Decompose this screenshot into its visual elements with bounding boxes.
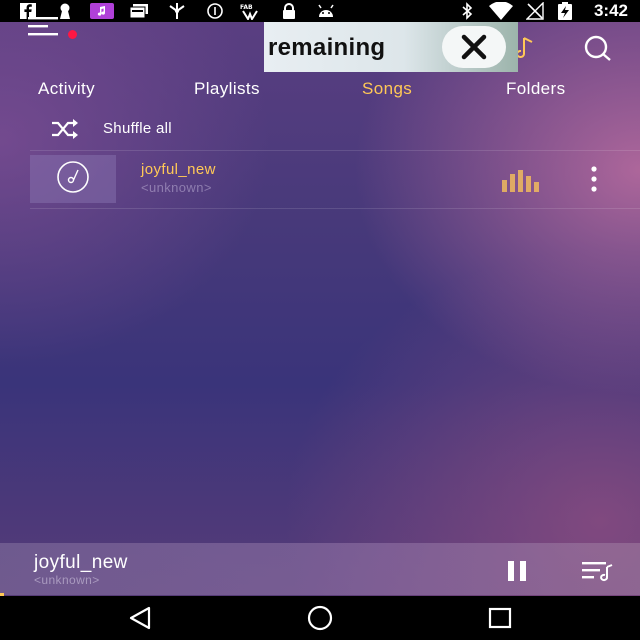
lock-icon [280,2,298,20]
queue-icon[interactable] [580,559,614,583]
ad-overlay[interactable]: remaining [264,22,518,72]
status-bar: FAB 3:42 [0,0,640,22]
info-icon [204,2,226,20]
tab-songs[interactable]: Songs [362,79,412,99]
wind-icon [166,2,188,20]
wifi-icon [486,2,516,20]
hamburger-menu-icon[interactable] [26,12,62,40]
album-art [30,155,116,203]
notification-dot [68,30,77,39]
pause-icon[interactable] [504,559,532,583]
battery-charging-icon [556,2,574,20]
list-item[interactable]: joyful_new <unknown> [0,152,640,208]
mini-player[interactable]: joyful_new <unknown> [0,543,640,595]
shuffle-all-button[interactable]: Shuffle all [0,110,640,148]
song-artist: <unknown> [141,180,212,195]
divider [30,208,640,209]
mini-player-artist: <unknown> [34,573,100,587]
recents-icon[interactable] [480,604,520,632]
android-icon [316,2,336,20]
tab-playlists[interactable]: Playlists [194,79,260,99]
music-disc-icon [53,157,93,202]
shuffle-icon [50,119,80,139]
navigation-bar [0,596,640,640]
more-options-icon[interactable] [584,164,604,194]
home-icon[interactable] [300,604,340,632]
music-note-icon[interactable] [516,36,534,60]
song-title: joyful_new [141,161,216,178]
tab-bar: Activity Playlists Songs Folders [0,72,640,106]
shuffle-all-label: Shuffle all [103,120,172,137]
svg-text:FAB: FAB [240,4,253,11]
ad-text: remaining [268,34,386,61]
divider [30,150,640,151]
back-icon[interactable] [120,604,160,632]
mini-player-title: joyful_new [34,552,128,573]
stamp-icon: FAB [238,2,262,20]
tab-activity[interactable]: Activity [38,79,95,99]
clock: 3:42 [593,1,628,20]
close-icon[interactable] [442,26,506,68]
now-playing-equalizer-icon [500,168,540,192]
card-icon [128,2,150,20]
no-signal-icon [524,2,546,20]
tab-folders[interactable]: Folders [506,79,566,99]
music-app-icon [89,2,115,20]
bluetooth-icon [458,2,476,20]
search-icon[interactable] [580,34,614,64]
